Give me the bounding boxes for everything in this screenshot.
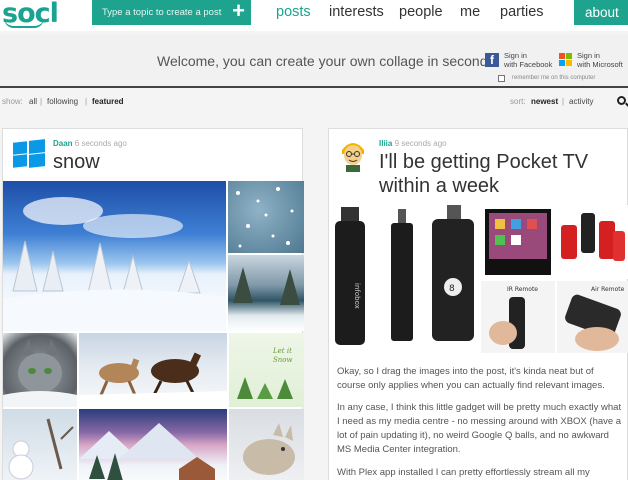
post-time: 6 seconds ago <box>74 139 127 148</box>
filter-bar: show: all | following | featured sort: n… <box>2 97 594 106</box>
welcome-message: Welcome, you can create your own collage… <box>157 53 495 69</box>
facebook-signin-line2: with Facebook <box>504 60 553 69</box>
microsoft-signin-line1: Sign in <box>577 51 600 60</box>
post-card-snow[interactable]: Daan 6 seconds ago snow Let it Snow <box>2 128 304 480</box>
post-title-line1: I'll be getting Pocket TV <box>379 151 589 173</box>
post-body-paragraph: With Plex app installed I can pretty eff… <box>337 467 590 478</box>
microsoft-signin-line2: with Microsoft <box>577 60 623 69</box>
running-horses-image <box>79 333 227 407</box>
air-remote-image: Air Remote <box>557 281 628 353</box>
welcome-banner: Welcome, you can create your own collage… <box>0 35 628 88</box>
ir-remote-label: IR Remote <box>507 286 538 293</box>
search-icon[interactable] <box>617 96 626 105</box>
create-post-box[interactable]: Type a topic to create a post + <box>92 0 251 25</box>
filter-all[interactable]: all <box>29 97 37 106</box>
post-card-pocket-tv[interactable]: Iliia 9 seconds ago I'll be getting Pock… <box>328 128 628 480</box>
brand-label: infobox <box>353 283 361 309</box>
about-button[interactable]: about <box>574 0 628 25</box>
post-time: 9 seconds ago <box>394 139 447 148</box>
post-title-line2: within a week <box>379 175 500 197</box>
top-navigation-bar: socl Type a topic to create a post + pos… <box>0 0 628 31</box>
microsoft-signin[interactable]: Sign in with Microsoft <box>577 51 623 69</box>
facebook-signin[interactable]: Sign in with Facebook <box>504 51 552 69</box>
post-author[interactable]: Daan <box>53 139 73 148</box>
christmas-card-image: Let it Snow <box>229 333 304 407</box>
svg-text:Snow: Snow <box>273 356 293 364</box>
post-title[interactable]: I'll be getting Pocket TV within a week <box>379 150 624 198</box>
remember-checkbox[interactable] <box>498 75 505 82</box>
facebook-icon[interactable]: f <box>485 53 499 67</box>
svg-text:8: 8 <box>449 284 455 294</box>
svg-text:Let it: Let it <box>272 347 292 355</box>
snowy-landscape-image <box>3 181 226 331</box>
sort-label: sort: <box>510 97 526 106</box>
post-byline: Iliia 9 seconds ago <box>379 139 447 148</box>
nav-interests[interactable]: interests <box>329 4 384 20</box>
sort-activity[interactable]: activity <box>569 97 593 106</box>
nav-me[interactable]: me <box>460 4 480 20</box>
post-byline: Daan 6 seconds ago <box>53 139 127 148</box>
air-remote-label: Air Remote <box>591 286 625 293</box>
snow-cat-image <box>3 333 77 407</box>
plus-icon[interactable]: + <box>232 0 245 22</box>
post-body-paragraph: In any case, I think this little gadget … <box>337 402 622 455</box>
post-title[interactable]: snow <box>53 150 100 174</box>
nav-parties[interactable]: parties <box>500 4 544 20</box>
nav-people[interactable]: people <box>399 4 443 20</box>
filter-featured[interactable]: featured <box>92 97 124 106</box>
snowfall-image <box>228 181 304 253</box>
mountain-sunset-image <box>79 409 227 480</box>
red-dongles-image <box>557 205 628 279</box>
ir-remote-image: IR Remote <box>481 281 555 353</box>
filter-following[interactable]: following <box>47 97 78 106</box>
android-screen-image <box>481 205 555 279</box>
sort-newest[interactable]: newest <box>531 97 558 106</box>
pocket-tv-dongles-image: infobox 8 <box>329 205 479 353</box>
user-avatar[interactable] <box>340 138 366 172</box>
facebook-signin-line1: Sign in <box>504 51 527 60</box>
snowman-image <box>3 409 77 480</box>
nav-posts[interactable]: posts <box>276 4 311 20</box>
microsoft-icon[interactable] <box>559 53 572 66</box>
show-label: show: <box>2 97 23 106</box>
remember-label: remember me on this computer <box>512 75 596 81</box>
logo-swoosh <box>4 18 44 28</box>
windows-logo-icon <box>13 139 45 169</box>
winter-lake-image <box>228 255 304 331</box>
topic-placeholder[interactable]: Type a topic to create a post <box>102 7 221 18</box>
post-author[interactable]: Iliia <box>379 139 392 148</box>
snow-wolf-image <box>229 409 304 480</box>
post-body-paragraph: Okay, so I drag the images into the post… <box>337 366 605 391</box>
